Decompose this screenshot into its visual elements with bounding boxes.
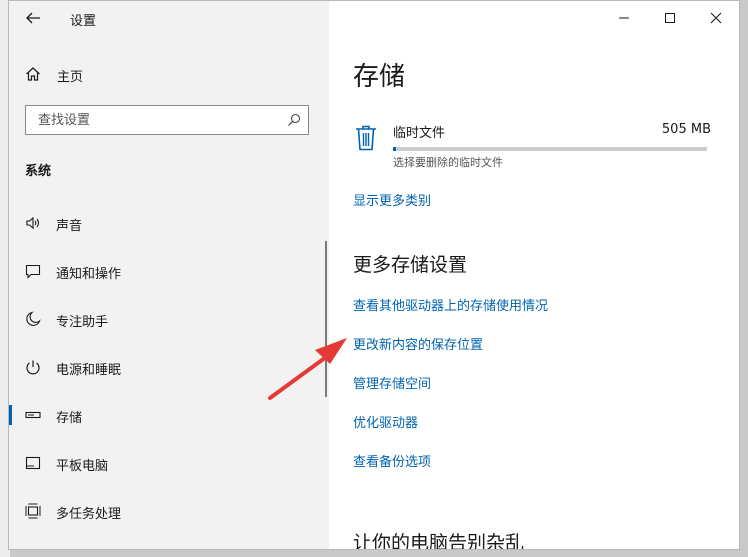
sidebar-item-label: 声音 bbox=[56, 219, 83, 234]
sidebar-item-storage[interactable]: 存储 bbox=[9, 395, 319, 435]
view-backup-options-link[interactable]: 查看备份选项 bbox=[353, 451, 431, 470]
settings-window: 设置 主页 系统 声音 通知和操作 bbox=[8, 0, 740, 550]
back-button[interactable] bbox=[23, 8, 43, 28]
app-title: 设置 bbox=[70, 14, 97, 29]
close-icon bbox=[710, 12, 722, 24]
section-title-system: 系统 bbox=[25, 164, 52, 179]
tablet-icon bbox=[25, 456, 41, 470]
sidebar-item-home[interactable]: 主页 bbox=[25, 61, 315, 89]
sidebar-item-sound[interactable]: 声音 bbox=[9, 203, 319, 243]
notification-icon bbox=[25, 264, 41, 279]
manage-storage-spaces-link[interactable]: 管理存储空间 bbox=[353, 373, 431, 392]
show-more-categories-link[interactable]: 显示更多类别 bbox=[353, 190, 431, 209]
temp-files-usage-fill bbox=[393, 147, 397, 151]
moon-icon bbox=[26, 311, 41, 326]
temp-files-label: 临时文件 bbox=[393, 126, 446, 141]
multitask-icon bbox=[25, 503, 41, 519]
minimize-button[interactable] bbox=[601, 1, 647, 35]
temp-files-description: 选择要删除的临时文件 bbox=[393, 156, 503, 169]
sidebar: 设置 主页 系统 声音 通知和操作 bbox=[9, 1, 329, 549]
change-save-location-link[interactable]: 更改新内容的保存位置 bbox=[353, 334, 483, 353]
home-label: 主页 bbox=[57, 70, 84, 85]
sidebar-item-label: 平板电脑 bbox=[56, 459, 109, 474]
optimize-drives-link[interactable]: 优化驱动器 bbox=[353, 412, 418, 431]
main-content: 存储 临时文件 505 MB 选择要删除的临时文件 显示更多类别 更多存储设置 … bbox=[329, 1, 739, 549]
speaker-icon bbox=[26, 216, 40, 230]
sidebar-item-label: 电源和睡眠 bbox=[56, 363, 122, 378]
trash-icon bbox=[356, 125, 376, 151]
temp-files-row[interactable]: 临时文件 505 MB 选择要删除的临时文件 bbox=[353, 119, 713, 169]
storage-icon bbox=[25, 411, 41, 419]
home-icon bbox=[26, 67, 40, 81]
declutter-section-title: 让你的电脑告别杂乱 bbox=[353, 532, 525, 550]
minimize-icon bbox=[619, 17, 629, 19]
sidebar-item-tablet[interactable]: 平板电脑 bbox=[9, 443, 319, 483]
maximize-icon bbox=[665, 13, 675, 23]
view-other-drives-link[interactable]: 查看其他驱动器上的存储使用情况 bbox=[353, 295, 548, 314]
close-button[interactable] bbox=[693, 1, 739, 35]
sidebar-item-focus-assist[interactable]: 专注助手 bbox=[9, 299, 319, 339]
search-box bbox=[25, 105, 309, 135]
maximize-button[interactable] bbox=[647, 1, 693, 35]
temp-files-usage-bar bbox=[393, 147, 707, 151]
sidebar-item-label: 存储 bbox=[56, 411, 83, 426]
search-input[interactable] bbox=[36, 106, 280, 134]
temp-files-size: 505 MB bbox=[661, 122, 711, 137]
sidebar-item-label: 多任务处理 bbox=[56, 507, 122, 522]
sidebar-scrollbar[interactable] bbox=[325, 241, 327, 397]
search-icon[interactable] bbox=[287, 113, 301, 127]
sidebar-item-multitasking[interactable]: 多任务处理 bbox=[9, 491, 319, 531]
power-icon bbox=[26, 360, 40, 375]
sidebar-item-label: 专注助手 bbox=[56, 315, 109, 330]
back-arrow-icon bbox=[26, 12, 40, 24]
sidebar-item-notifications[interactable]: 通知和操作 bbox=[9, 251, 319, 291]
sidebar-item-label: 通知和操作 bbox=[56, 267, 122, 282]
more-storage-settings-title: 更多存储设置 bbox=[353, 254, 468, 276]
page-title: 存储 bbox=[353, 62, 406, 92]
sidebar-item-power-sleep[interactable]: 电源和睡眠 bbox=[9, 347, 319, 387]
